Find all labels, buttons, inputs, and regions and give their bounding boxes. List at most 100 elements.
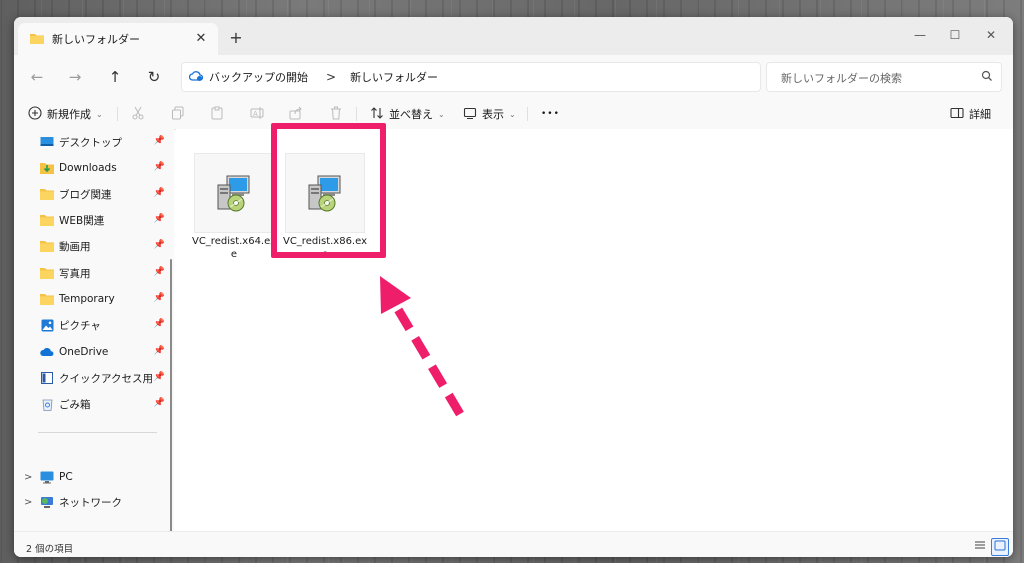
refresh-button[interactable]: ↻ — [143, 66, 165, 88]
sidebar-item-label: ごみ箱 — [59, 398, 91, 411]
sidebar-item-label: ピクチャ — [59, 319, 101, 332]
pin-icon: 📌 — [153, 214, 165, 224]
rename-icon: A — [250, 106, 264, 123]
sidebar-item-recycle-bin[interactable]: ごみ箱 📌 — [40, 393, 165, 415]
paste-icon — [210, 106, 224, 123]
sidebar-item-temporary[interactable]: Temporary 📌 — [40, 288, 165, 310]
sidebar-item-photo[interactable]: 写真用 📌 — [40, 262, 165, 284]
sidebar-item-label: 動画用 — [59, 240, 91, 253]
details-pane-button[interactable]: 詳細 — [950, 104, 991, 124]
pin-icon: 📌 — [153, 136, 165, 146]
pc-icon — [40, 470, 54, 484]
downloads-icon — [40, 161, 54, 175]
pin-icon: 📌 — [153, 293, 165, 303]
sidebar-item-pc[interactable]: PC — [40, 466, 165, 488]
svg-text:A: A — [253, 110, 258, 118]
delete-button[interactable] — [329, 104, 343, 124]
breadcrumb-new-folder[interactable]: 新しいフォルダー — [350, 69, 438, 85]
item-count: 2 個の項目 — [26, 544, 74, 555]
chevron-down-icon: ⌄ — [509, 109, 516, 119]
sidebar-item-video[interactable]: 動画用 📌 — [40, 235, 165, 257]
scissors-icon — [131, 106, 145, 123]
details-label: 詳細 — [969, 108, 991, 121]
breadcrumb-backup[interactable]: バックアップの開始 — [209, 69, 308, 85]
folder-icon — [30, 32, 44, 47]
pin-icon: 📌 — [153, 398, 165, 408]
sort-label: 並べ替え — [389, 108, 433, 121]
file-item-x64[interactable]: VC_redist.x64.exe — [192, 147, 276, 271]
large-icons-view-button[interactable] — [991, 538, 1009, 556]
sidebar-item-pictures[interactable]: ピクチャ 📌 — [40, 314, 165, 336]
plus-circle-icon — [28, 105, 42, 123]
recycle-bin-icon — [40, 397, 54, 411]
new-tab-button[interactable]: + — [225, 27, 247, 49]
navigation-pane: デスクトップ 📌 Downloads 📌 ブログ関連 📌 WEB関連 📌 動画用… — [14, 129, 174, 534]
pin-icon: 📌 — [153, 319, 165, 329]
rename-button[interactable]: A — [250, 104, 264, 124]
folder-icon — [40, 213, 54, 227]
sidebar-item-desktop[interactable]: デスクトップ 📌 — [40, 131, 165, 153]
sidebar-item-label: ブログ関連 — [59, 188, 112, 201]
sidebar-item-quick-access[interactable]: クイックアクセス用 📌 — [40, 367, 165, 389]
more-options-button[interactable]: ••• — [541, 104, 560, 124]
sidebar-item-label: Temporary — [59, 293, 115, 305]
toolbar-divider — [527, 107, 528, 121]
file-name: VC_redist.x64.exe — [191, 236, 277, 260]
sidebar-item-label: クイックアクセス用 — [59, 372, 153, 385]
pin-icon: 📌 — [153, 372, 165, 382]
pin-icon: 📌 — [153, 188, 165, 198]
new-button[interactable]: 新規作成 ⌄ — [28, 104, 103, 124]
sidebar-item-blog[interactable]: ブログ関連 📌 — [40, 183, 165, 205]
minimize-button[interactable]: — — [907, 23, 933, 47]
expand-pc-chevron-icon[interactable]: > — [24, 472, 32, 483]
command-bar: 新規作成 ⌄ A 並べ替え ⌄ 表示 ⌄ ••• 詳細 — [14, 99, 1013, 130]
new-label: 新規作成 — [47, 108, 91, 121]
delete-icon — [329, 106, 343, 123]
folder-icon — [40, 187, 54, 201]
breadcrumb-separator[interactable]: > — [326, 70, 336, 84]
cut-button[interactable] — [131, 104, 145, 124]
sidebar-item-label: WEB関連 — [59, 214, 105, 227]
sidebar-item-web[interactable]: WEB関連 📌 — [40, 209, 165, 231]
forward-button[interactable]: → — [64, 66, 86, 88]
copy-button[interactable] — [171, 104, 185, 124]
copy-icon — [171, 106, 185, 123]
tab-close-button[interactable]: ✕ — [192, 30, 210, 48]
share-icon — [289, 106, 303, 123]
close-window-button[interactable]: ✕ — [978, 23, 1004, 47]
cloud-backup-icon — [188, 70, 204, 85]
address-box[interactable]: バックアップの開始 > 新しいフォルダー — [181, 62, 761, 92]
tab-title: 新しいフォルダー — [52, 33, 140, 46]
pin-icon: 📌 — [153, 267, 165, 277]
quickaccess-icon — [40, 371, 54, 385]
paste-button[interactable] — [210, 104, 224, 124]
sidebar-item-downloads[interactable]: Downloads 📌 — [40, 157, 165, 179]
details-view-button[interactable] — [972, 538, 988, 554]
pictures-icon — [40, 318, 54, 332]
search-input[interactable]: 新しいフォルダーの検索 — [766, 62, 1002, 92]
sidebar-item-label: Downloads — [59, 162, 117, 174]
onedrive-icon — [40, 345, 54, 359]
toolbar-divider — [117, 107, 118, 121]
sidebar-scrollbar[interactable] — [170, 259, 172, 534]
details-pane-icon — [950, 107, 964, 122]
sidebar-item-onedrive[interactable]: OneDrive 📌 — [40, 341, 165, 363]
view-label: 表示 — [482, 108, 504, 121]
sidebar-item-label: OneDrive — [59, 346, 109, 358]
search-placeholder: 新しいフォルダーの検索 — [781, 72, 902, 85]
title-bar: 新しいフォルダー ✕ + — ☐ ✕ — [14, 17, 1013, 55]
network-icon — [40, 495, 54, 509]
tiles-view-icon — [994, 540, 1006, 554]
expand-network-chevron-icon[interactable]: > — [24, 497, 32, 508]
view-button[interactable]: 表示 ⌄ — [463, 104, 516, 124]
up-button[interactable]: ↑ — [104, 66, 126, 88]
sidebar-item-network[interactable]: ネットワーク — [40, 491, 165, 513]
maximize-button[interactable]: ☐ — [942, 23, 968, 47]
chevron-down-icon: ⌄ — [96, 109, 103, 119]
sidebar-item-label: デスクトップ — [59, 136, 122, 149]
tab-new-folder[interactable]: 新しいフォルダー ✕ — [18, 23, 218, 55]
share-button[interactable] — [289, 104, 303, 124]
installer-icon — [194, 153, 274, 233]
sort-button[interactable]: 並べ替え ⌄ — [370, 104, 445, 124]
back-button[interactable]: ← — [26, 66, 48, 88]
